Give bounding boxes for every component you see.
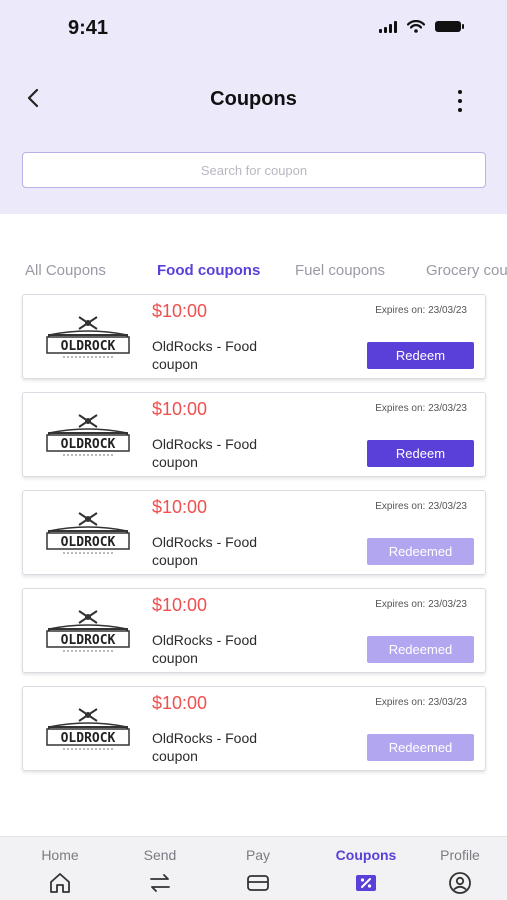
bottom-navigation: Home Send Pay Coupons Profile <box>0 836 507 900</box>
svg-text:OLDROCK: OLDROCK <box>61 437 116 452</box>
coupon-name: OldRocks - Food coupon <box>152 436 258 470</box>
oldrock-logo: OLDROCK <box>46 414 130 456</box>
coupon-card: OLDROCK $10:00 Expires on: 23/03/23 OldR… <box>22 588 486 673</box>
nav-coupons-label: Coupons <box>335 847 397 863</box>
tab-all-coupons[interactable]: All Coupons <box>25 262 106 279</box>
nav-coupons[interactable]: Coupons <box>326 847 406 895</box>
coupon-card: OLDROCK $10:00 Expires on: 23/03/23 OldR… <box>22 392 486 477</box>
coupon-price: $10:00 <box>152 595 208 615</box>
tab-fuel-coupons[interactable]: Fuel coupons <box>295 262 385 279</box>
nav-profile-label: Profile <box>440 847 480 863</box>
coupon-price: $10:00 <box>152 497 208 517</box>
nav-home-label: Home <box>41 847 79 863</box>
wifi-icon <box>407 20 425 33</box>
coupon-card: OLDROCK $10:00 Expires on: 23/03/23 OldR… <box>22 294 486 379</box>
transfer-icon <box>150 874 170 892</box>
coupon-name: OldRocks - Food coupon <box>152 534 258 568</box>
nav-send[interactable]: Send <box>120 847 200 895</box>
nav-pay-label: Pay <box>245 847 271 863</box>
coupon-card: OLDROCK $10:00 Expires on: 23/03/23 OldR… <box>22 686 486 771</box>
more-options-button[interactable] <box>450 90 470 112</box>
coupon-expiry: Expires on: 23/03/23 <box>375 697 467 708</box>
redeemed-button[interactable]: Redeemed <box>367 636 474 663</box>
battery-icon <box>435 21 464 32</box>
redeemed-button[interactable]: Redeemed <box>367 734 474 761</box>
coupon-card: OLDROCK $10:00 Expires on: 23/03/23 OldR… <box>22 490 486 575</box>
coupon-expiry: Expires on: 23/03/23 <box>375 403 467 414</box>
svg-text:OLDROCK: OLDROCK <box>61 633 116 648</box>
coupon-name: OldRocks - Food coupon <box>152 632 258 666</box>
oldrock-logo: OLDROCK <box>46 610 130 652</box>
coupon-price: $10:00 <box>152 693 208 713</box>
search-input[interactable] <box>22 152 486 188</box>
svg-text:OLDROCK: OLDROCK <box>61 535 116 550</box>
coupon-expiry: Expires on: 23/03/23 <box>375 501 467 512</box>
coupon-expiry: Expires on: 23/03/23 <box>375 599 467 610</box>
oldrock-logo: OLDROCK <box>46 708 130 750</box>
home-icon <box>50 873 70 893</box>
status-time: 9:41 <box>68 17 109 39</box>
nav-send-label: Send <box>143 847 177 863</box>
cellular-signal-icon <box>379 20 397 33</box>
svg-text:OLDROCK: OLDROCK <box>61 339 116 354</box>
oldrock-logo: OLDROCK <box>46 316 130 358</box>
tab-food-coupons[interactable]: Food coupons <box>157 262 260 279</box>
coupon-name: OldRocks - Food coupon <box>152 338 258 372</box>
redeem-button[interactable]: Redeem <box>367 342 474 369</box>
profile-icon <box>449 872 471 894</box>
tab-grocery-coupons[interactable]: Grocery coupons <box>426 262 507 279</box>
coupon-price: $10:00 <box>152 301 208 321</box>
page-title: Coupons <box>210 88 297 110</box>
nav-home[interactable]: Home <box>20 847 100 895</box>
redeemed-button[interactable]: Redeemed <box>367 538 474 565</box>
coupon-price: $10:00 <box>152 399 208 419</box>
svg-text:OLDROCK: OLDROCK <box>61 731 116 746</box>
coupon-icon <box>356 875 376 891</box>
coupon-name: OldRocks - Food coupon <box>152 730 258 764</box>
coupon-expiry: Expires on: 23/03/23 <box>375 305 467 316</box>
coupon-category-tabs: All Coupons Food coupons Fuel coupons Gr… <box>25 262 507 284</box>
oldrock-logo: OLDROCK <box>46 512 130 554</box>
card-icon <box>247 875 269 891</box>
status-icons <box>379 20 464 33</box>
nav-profile[interactable]: Profile <box>420 847 500 895</box>
nav-pay[interactable]: Pay <box>218 847 298 895</box>
redeem-button[interactable]: Redeem <box>367 440 474 467</box>
